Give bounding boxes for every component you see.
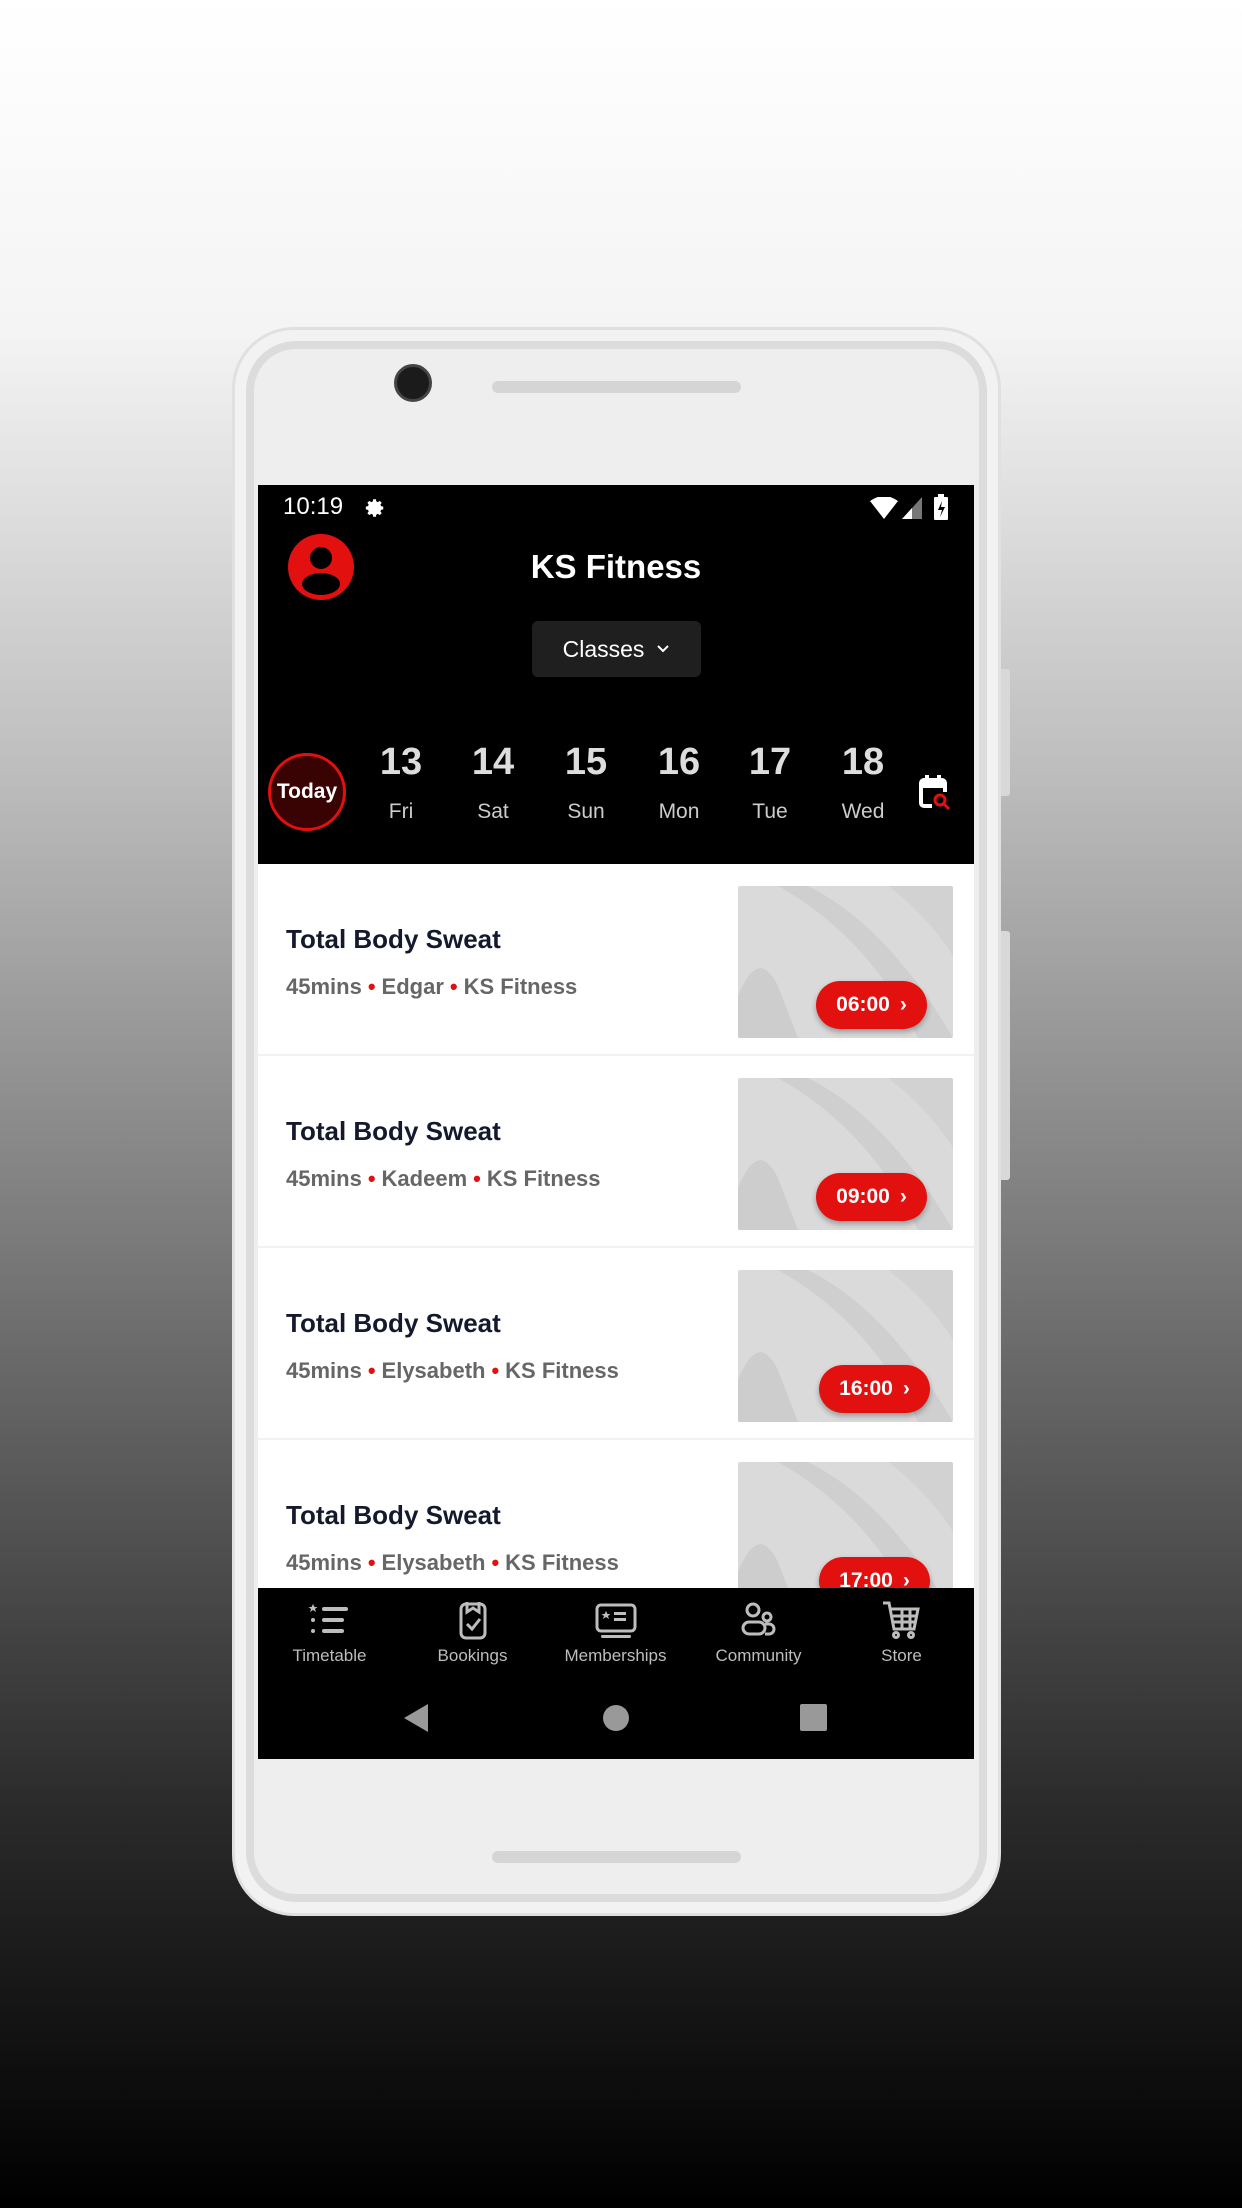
date-item[interactable]: 15 Sun: [546, 741, 626, 824]
date-number: 15: [564, 741, 608, 783]
nav-community[interactable]: Community: [687, 1600, 830, 1666]
nav-label: Store: [881, 1646, 922, 1665]
class-card[interactable]: Total Body Sweat 45mins • Edgar • KS Fitness…: [258, 864, 974, 1056]
chevron-right-icon: ›: [902, 1377, 910, 1400]
volume-button: [1001, 931, 1010, 1180]
date-number: 16: [657, 741, 701, 783]
class-title: Total Body Sweat: [286, 1500, 501, 1530]
app-screen: 10:19 KS Fitness Classes Today 13 Fri 14 S…: [258, 485, 974, 1759]
date-item[interactable]: 16 Mon: [639, 741, 719, 824]
book-time-button[interactable]: 16:00 ›: [819, 1365, 930, 1413]
class-title: Total Body Sweat: [286, 1116, 501, 1146]
category-dropdown[interactable]: Classes: [532, 621, 701, 677]
today-button[interactable]: Today: [268, 753, 346, 831]
battery-charging-icon: [934, 494, 948, 520]
class-card[interactable]: Total Body Sweat 45mins • Kadeem • KS Fitnes…: [258, 1056, 974, 1248]
date-weekday: Wed: [841, 800, 885, 823]
date-weekday: Fri: [388, 800, 414, 823]
class-card[interactable]: Total Body Sweat 45mins • Elysabeth • KS Fit…: [258, 1248, 974, 1440]
nav-timetable[interactable]: Timetable: [258, 1600, 401, 1666]
class-meta: 45mins • Edgar • KS Fitness: [286, 974, 578, 999]
status-time: 10:19: [283, 493, 344, 520]
date-item[interactable]: 18 Wed: [823, 741, 903, 824]
chevron-down-icon: [657, 645, 670, 653]
home-circle-icon[interactable]: [603, 1705, 629, 1731]
membership-card-icon: [595, 1603, 636, 1638]
community-people-icon: [741, 1602, 775, 1636]
settings-icon: [365, 499, 384, 517]
bottom-speaker: [492, 1851, 741, 1863]
class-image-placeholder: 16:00 ›: [738, 1270, 953, 1422]
calendar-search-icon[interactable]: [918, 774, 954, 814]
chevron-right-icon: ›: [899, 993, 907, 1016]
class-image-placeholder: 09:00 ›: [738, 1078, 953, 1230]
earpiece-speaker: [492, 381, 741, 393]
date-item[interactable]: 14 Sat: [453, 741, 533, 824]
timetable-list-icon: [308, 1604, 348, 1633]
shopping-cart-icon: [882, 1601, 920, 1639]
nav-label: Timetable: [292, 1646, 367, 1665]
clipboard-check-icon: [459, 1602, 486, 1640]
class-title: Total Body Sweat: [286, 1308, 501, 1338]
recents-square-icon[interactable]: [800, 1704, 827, 1731]
back-triangle-icon[interactable]: [404, 1704, 428, 1732]
class-meta: 45mins • Elysabeth • KS Fitness: [286, 1550, 619, 1575]
class-meta: 45mins • Elysabeth • KS Fitness: [286, 1358, 619, 1383]
app-header: 10:19 KS Fitness Classes Today 13 Fri 14 S…: [258, 485, 974, 864]
class-image-placeholder: 06:00 ›: [738, 886, 953, 1038]
date-weekday: Mon: [658, 800, 700, 823]
front-camera: [394, 364, 432, 402]
dropdown-selected: Classes: [562, 635, 645, 662]
power-button: [1001, 669, 1010, 796]
nav-bookings[interactable]: Bookings: [401, 1600, 544, 1666]
date-weekday: Tue: [752, 800, 788, 823]
book-time-button[interactable]: 06:00 ›: [816, 981, 927, 1029]
nav-memberships[interactable]: Memberships: [544, 1600, 687, 1666]
date-weekday: Sat: [477, 800, 509, 823]
wifi-icon: [870, 497, 898, 519]
page-title: KS Fitness: [530, 548, 702, 585]
nav-label: Community: [715, 1646, 802, 1665]
nav-store[interactable]: Store: [830, 1600, 973, 1666]
class-meta: 45mins • Kadeem • KS Fitness: [286, 1166, 601, 1191]
nav-label: Memberships: [564, 1646, 667, 1665]
signal-icon: [902, 497, 922, 519]
book-time-button[interactable]: 09:00 ›: [816, 1173, 927, 1221]
date-weekday: Sun: [567, 800, 605, 823]
date-number: 14: [471, 741, 515, 783]
date-number: 17: [748, 741, 792, 783]
nav-label: Bookings: [437, 1646, 508, 1665]
date-item[interactable]: 13 Fri: [361, 741, 441, 824]
date-number: 13: [379, 741, 423, 783]
class-title: Total Body Sweat: [286, 924, 501, 954]
date-number: 18: [841, 741, 885, 783]
chevron-right-icon: ›: [899, 1185, 907, 1208]
date-item[interactable]: 17 Tue: [730, 741, 810, 824]
bottom-navigation: Timetable Bookings Memberships Community…: [258, 1588, 974, 1759]
